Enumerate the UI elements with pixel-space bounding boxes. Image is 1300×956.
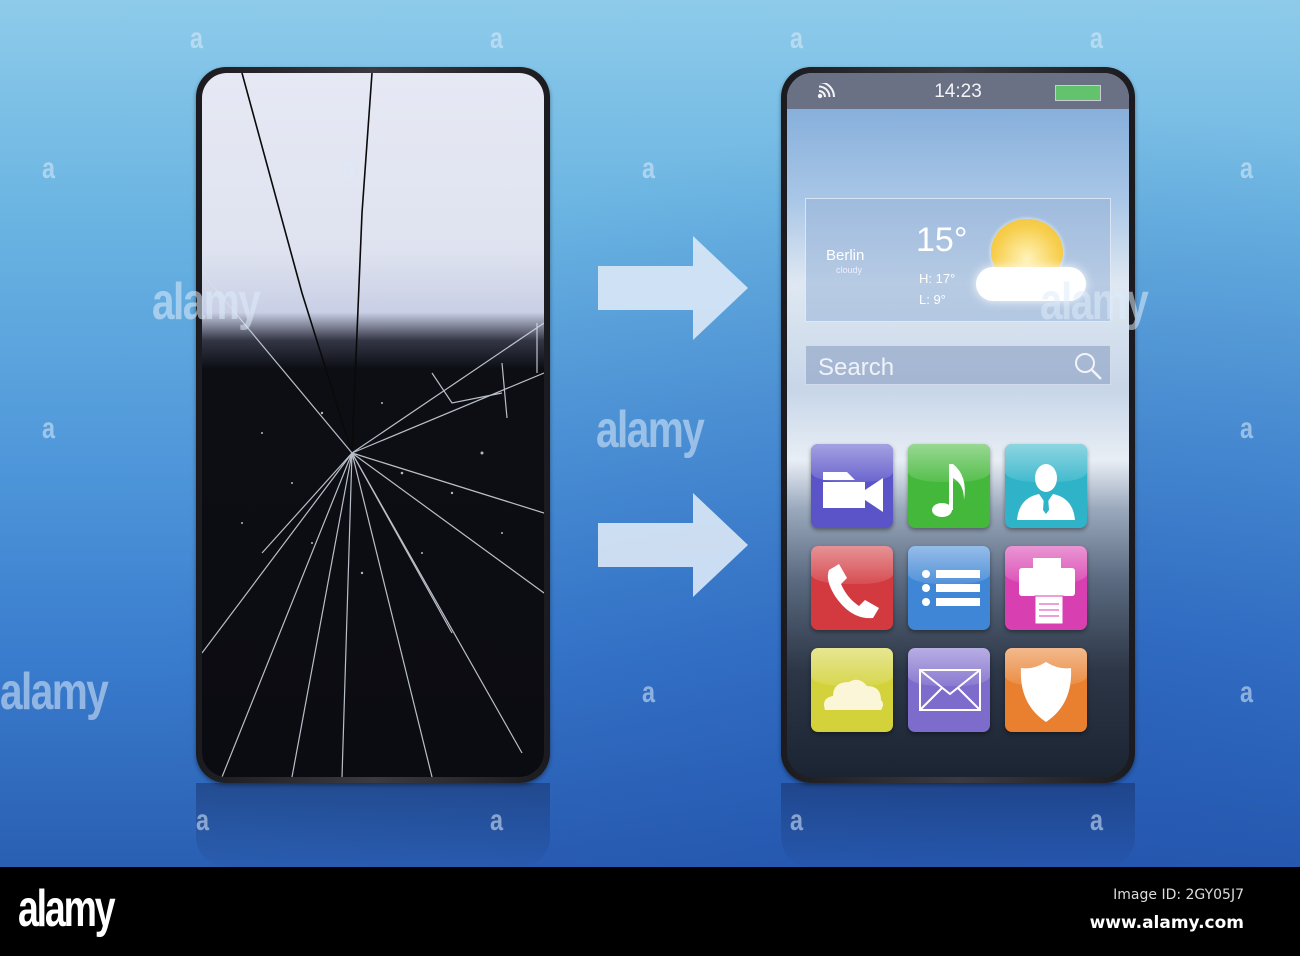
weather-widget[interactable]: Berlin cloudy 15° H: 17° L: 9° <box>805 198 1111 322</box>
app-phone[interactable] <box>811 546 893 630</box>
search-icon[interactable] <box>1072 350 1104 382</box>
cloud-icon <box>976 267 1086 301</box>
phone-home-screen: 14:23 Berlin cloudy 15° H: 17° L: 9° Sea… <box>787 73 1129 777</box>
repaired-phone: 14:23 Berlin cloudy 15° H: 17° L: 9° Sea… <box>781 67 1135 783</box>
screen-cracks <box>202 73 544 777</box>
footer-logo: alamy <box>18 880 116 938</box>
list-icon <box>922 570 980 606</box>
person-icon <box>1017 464 1075 520</box>
weather-city: Berlin <box>826 247 865 264</box>
footer-url[interactable]: www.alamy.com <box>1090 913 1244 933</box>
search-placeholder: Search <box>818 354 895 381</box>
app-contacts[interactable] <box>1005 444 1087 528</box>
watermark-letter: a <box>42 412 55 445</box>
cloud-icon <box>824 679 883 710</box>
battery-icon <box>1055 85 1101 101</box>
app-video-camera[interactable] <box>811 444 893 528</box>
watermark-letter: a <box>790 22 803 55</box>
right-arrow-icon <box>598 493 748 597</box>
weather-condition: cloudy <box>836 265 863 275</box>
status-bar: 14:23 <box>787 73 1129 109</box>
app-grid <box>811 444 1101 732</box>
printer-icon <box>1019 558 1075 625</box>
shield-icon <box>1020 662 1072 722</box>
watermark-letter: a <box>642 152 655 185</box>
app-printer[interactable] <box>1005 546 1087 630</box>
phone-handset-icon <box>827 564 879 619</box>
weather-temperature: 15° <box>916 221 968 259</box>
watermark-letter: a <box>642 676 655 709</box>
footer-bar: alamy Image ID: 2GY05J7 www.alamy.com <box>0 867 1300 956</box>
broken-phone <box>196 67 550 783</box>
app-security[interactable] <box>1005 648 1087 732</box>
app-cloud[interactable] <box>811 648 893 732</box>
app-list[interactable] <box>908 546 990 630</box>
broken-phone-reflection <box>196 783 550 867</box>
repaired-phone-reflection <box>781 783 1135 867</box>
weather-low: L: 9° <box>919 292 946 307</box>
watermark-letter: a <box>1240 152 1253 185</box>
watermark-logo: alamy <box>596 401 705 459</box>
scene-background: a a a a a a a a alamy alamy a alamy a al… <box>0 0 1300 867</box>
app-mail[interactable] <box>908 648 990 732</box>
weather-high: H: 17° <box>919 271 956 286</box>
image-id: Image ID: 2GY05J7 <box>1113 887 1244 903</box>
watermark-letter: a <box>1090 22 1103 55</box>
envelope-icon <box>919 669 981 711</box>
app-music[interactable] <box>908 444 990 528</box>
video-camera-icon <box>823 472 883 512</box>
cracked-screen <box>202 73 544 777</box>
watermark-letter: a <box>42 152 55 185</box>
search-input[interactable]: Search <box>805 345 1111 385</box>
watermark-letter: a <box>1240 676 1253 709</box>
music-note-icon <box>932 464 965 517</box>
watermark-letter: a <box>490 22 503 55</box>
watermark-letter: a <box>1240 412 1253 445</box>
right-arrow-icon <box>598 236 748 340</box>
watermark-logo: alamy <box>0 663 109 721</box>
watermark-letter: a <box>190 22 203 55</box>
